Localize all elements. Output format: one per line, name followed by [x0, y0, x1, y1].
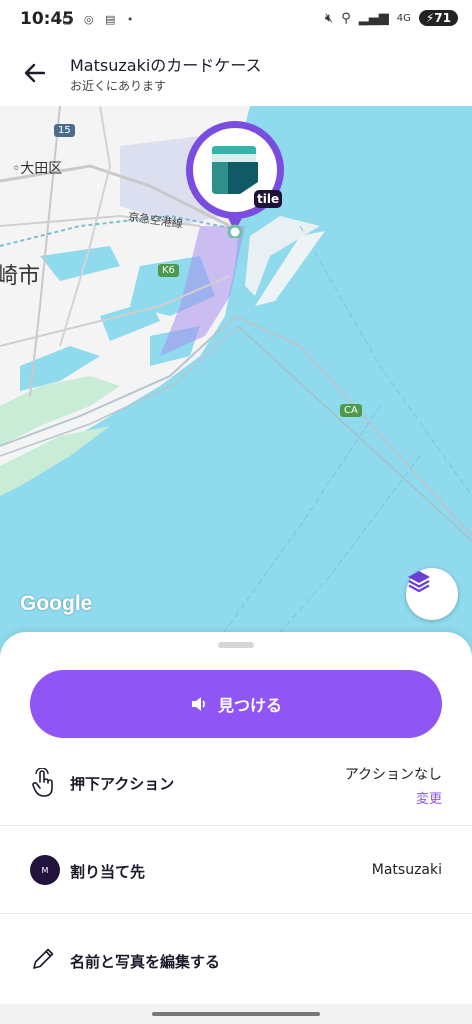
- battery-indicator: ⚡71: [418, 10, 458, 26]
- route-shield-k6: K6: [158, 264, 179, 277]
- find-button[interactable]: 見つける: [30, 670, 442, 738]
- edit-name-photo-label: 名前と写真を編集する: [70, 953, 221, 971]
- pencil-icon: [33, 948, 54, 969]
- tile-logo-text: tile: [257, 192, 280, 206]
- map-view[interactable]: ◦大田区 崎市 京急空港線 15 K6 CA tile Google: [0, 106, 472, 666]
- tile-badge: tile: [254, 190, 283, 208]
- network-type: 4G: [396, 12, 411, 24]
- assigned-to-label: 割り当て先: [70, 863, 146, 881]
- press-action-value: アクションなし: [344, 767, 442, 783]
- tile-location-pin[interactable]: tile: [182, 120, 288, 238]
- avatar-initial: M: [41, 865, 49, 875]
- avatar: M: [30, 855, 60, 885]
- speaker-icon: [191, 697, 206, 711]
- route-shield-15: 15: [54, 124, 75, 137]
- tap-hand-icon: [32, 768, 53, 797]
- bottom-sheet: 見つける 押下アクション アクションなし 変更 M 割り当て先 Matsuzak…: [0, 632, 472, 1024]
- map-layers-button[interactable]: [406, 568, 458, 620]
- map-label-kawasaki: 崎市: [0, 264, 41, 289]
- assigned-to-row[interactable]: M 割り当て先 Matsuzaki: [0, 826, 472, 914]
- signal-icon: ▂▄▆: [358, 10, 389, 26]
- location-icon: ⚲: [341, 10, 351, 26]
- app-header: Matsuzakiのカードケース お近くにあります: [0, 40, 472, 106]
- press-action-label: 押下アクション: [70, 775, 175, 793]
- assigned-to-value: Matsuzaki: [371, 862, 442, 878]
- home-gesture-pill[interactable]: [152, 1012, 320, 1016]
- back-arrow-icon[interactable]: [20, 58, 50, 88]
- press-action-row[interactable]: 押下アクション アクションなし 変更: [0, 738, 472, 826]
- system-nav-bar: [0, 1004, 472, 1024]
- status-notification-icons: ▢ ◎ ▤ •: [62, 13, 138, 26]
- sheet-drag-handle[interactable]: [218, 642, 254, 648]
- press-action-change-link[interactable]: 変更: [416, 788, 442, 807]
- find-button-label: 見つける: [217, 696, 282, 715]
- card-case-icon: [212, 146, 258, 194]
- route-shield-ca: CA: [340, 404, 362, 417]
- edit-name-photo-row[interactable]: 名前と写真を編集する: [0, 914, 472, 1002]
- layers-icon: [408, 571, 430, 593]
- page-title: Matsuzakiのカードケース: [70, 56, 262, 75]
- map-label-ota: ◦大田区: [12, 161, 63, 177]
- mute-icon: 🔇︎: [325, 10, 334, 26]
- status-bar: 10:45 ▢ ◎ ▤ • 🔇︎ ⚲ ▂▄▆ 4G ⚡71: [0, 0, 472, 40]
- page-subtitle: お近くにあります: [70, 79, 167, 93]
- google-watermark: Google: [20, 592, 93, 615]
- status-right-icons: 🔇︎ ⚲ ▂▄▆ 4G ⚡71: [325, 10, 458, 26]
